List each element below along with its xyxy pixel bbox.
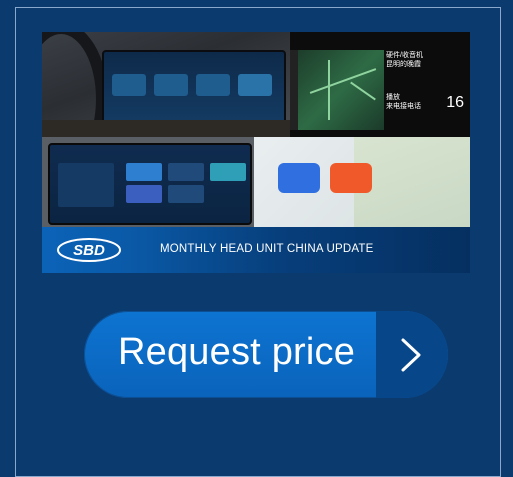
nav-text-line3: 播放 <box>386 94 400 101</box>
map-graphic <box>298 50 384 130</box>
tablet-ui-photo <box>42 137 254 227</box>
nav-number: 16 <box>446 94 464 111</box>
nav-text-line1: 硬件/收音机 <box>386 52 423 59</box>
navigation-screen-photo: 硬件/收音机 昆明的晚霞 播放 来电接电话 16 <box>290 32 470 137</box>
promo-banner[interactable]: 硬件/收音机 昆明的晚霞 播放 来电接电话 16 SBD MONTHLY HEA… <box>42 32 470 273</box>
light-ui-photo <box>254 137 470 227</box>
nav-text-line2: 昆明的晚霞 <box>386 61 421 68</box>
banner-caption: MONTHLY HEAD UNIT CHINA UPDATE <box>160 243 374 255</box>
dashboard-photo <box>42 32 290 176</box>
chevron-right-icon <box>401 338 421 372</box>
request-price-label: Request price <box>118 331 356 373</box>
nav-text-line4: 来电接电话 <box>386 103 421 110</box>
sbd-logo-icon: SBD <box>57 238 121 262</box>
svg-text:SBD: SBD <box>73 242 105 259</box>
brand-strip: SBD MONTHLY HEAD UNIT CHINA UPDATE <box>42 227 470 273</box>
cta-arrow-zone <box>376 311 448 398</box>
dashboard-screen-graphic <box>102 50 286 126</box>
request-price-button[interactable]: Request price <box>84 311 448 398</box>
